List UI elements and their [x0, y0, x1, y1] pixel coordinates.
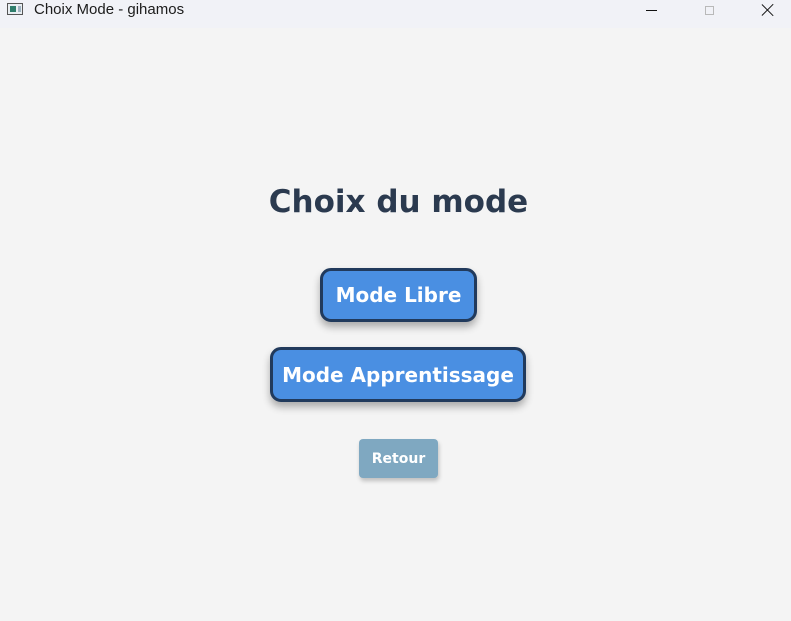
close-icon	[761, 3, 775, 17]
app-window: Choix Mode - gihamos Choix du mode Mode …	[0, 0, 791, 621]
page-title: Choix du mode	[268, 184, 529, 220]
title-bar[interactable]: Choix Mode - gihamos	[0, 0, 791, 28]
close-button[interactable]	[745, 0, 791, 20]
minimize-icon	[645, 9, 657, 11]
app-icon	[7, 3, 23, 15]
maximize-button[interactable]	[686, 0, 732, 20]
mode-apprentissage-button[interactable]: Mode Apprentissage	[270, 347, 526, 402]
minimize-button[interactable]	[628, 0, 674, 20]
retour-button[interactable]: Retour	[359, 439, 438, 478]
maximize-icon	[704, 5, 714, 15]
window-title: Choix Mode - gihamos	[34, 1, 185, 18]
mode-libre-button[interactable]: Mode Libre	[320, 268, 477, 322]
